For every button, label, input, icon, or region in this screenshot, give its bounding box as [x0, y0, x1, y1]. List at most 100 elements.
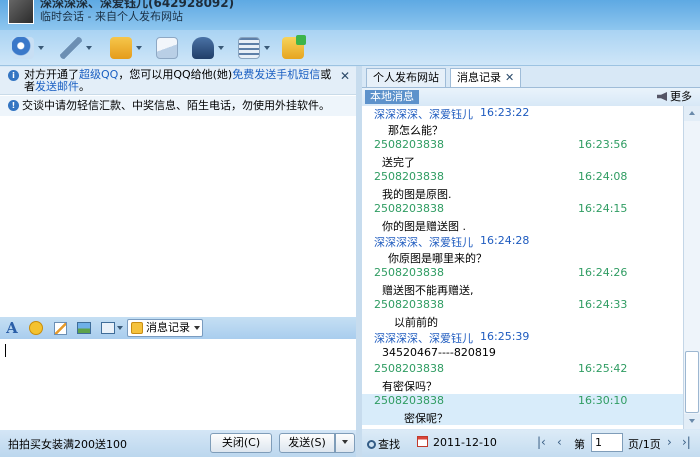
list-item[interactable]: 深深深深、深爱钰儿 16:23:22 那怎么能？ [362, 106, 683, 137]
next-page-button[interactable]: › [667, 435, 672, 449]
ad-link[interactable]: 拍拍买女装满200送100 [8, 436, 127, 452]
search-button[interactable]: 查找 [367, 436, 400, 452]
message-record-icon [131, 322, 143, 334]
list-item[interactable]: 深深深深、深爱钰儿 16:24:28 你原图是哪里来的？ [362, 234, 683, 265]
message-sender: 2508203838 [374, 202, 444, 215]
app-icon [282, 35, 306, 59]
video-icon [12, 37, 34, 59]
list-item[interactable]: 2508203838 16:25:42 有密保吗？ [362, 362, 683, 393]
security-notice-text: 交谈中请勿轻信汇款、中奖信息、陌生电话，勿使用外挂软件。 [22, 99, 330, 112]
message-record-button[interactable]: 消息记录 [127, 319, 203, 337]
prev-page-button[interactable]: ‹ [557, 435, 562, 449]
message-sender: 2508203838 [374, 138, 444, 151]
video-call-button[interactable] [12, 36, 44, 60]
tab-personal-site[interactable]: 个人发布网站 [366, 68, 446, 87]
avatar[interactable] [8, 0, 34, 24]
file-transfer-button[interactable] [110, 36, 142, 60]
voice-icon [60, 37, 82, 59]
message-text: 你原图是哪里来的？ [388, 252, 487, 265]
emoji-button[interactable] [28, 320, 44, 336]
close-button[interactable]: 关闭(C) [210, 433, 272, 453]
list-item[interactable]: 2508203838 16:24:15 你的图是赠送图 . [362, 202, 683, 233]
notice-text: ，您可以用QQ给他(她) [118, 68, 233, 81]
tab-message-record[interactable]: 消息记录 ✕ [450, 68, 522, 87]
message-sender: 深深深深、深爱钰儿 [374, 332, 473, 345]
magic-text-button[interactable] [52, 320, 68, 336]
list-item[interactable]: 2508203838 16:24:26 赠送图不能再赠送, [362, 266, 683, 297]
message-text: 密保呢？ [404, 412, 448, 425]
voice-call-button[interactable] [60, 36, 92, 60]
message-time: 16:30:10 [578, 394, 628, 407]
title-bar: 深深深深、深爱钰儿(642928092) 临时会话 - 来自个人发布网站 [0, 0, 700, 30]
first-page-button[interactable]: |‹ [537, 435, 546, 449]
scroll-down-button[interactable] [684, 414, 700, 429]
close-icon[interactable]: ✕ [340, 69, 350, 83]
message-sender: 2508203838 [374, 170, 444, 183]
mail-icon [156, 37, 178, 59]
info-icon: ! [8, 100, 19, 111]
image-button[interactable] [76, 320, 92, 336]
more-button[interactable]: 更多 [657, 90, 692, 104]
message-text: 赠送图不能再赠送, [382, 284, 474, 297]
message-text: 我的图是原图. [382, 188, 452, 201]
speaker-icon [657, 92, 667, 101]
list-item[interactable]: 2508203838 16:24:08 我的图是原图. [362, 170, 683, 201]
tab-label: 消息记录 [457, 71, 501, 84]
history-scrollbar[interactable] [683, 106, 700, 429]
info-icon: i [8, 70, 19, 81]
list-item[interactable]: 2508203838 16:23:56 送完了 [362, 138, 683, 169]
free-sms-link[interactable]: 免费发送手机短信 [232, 68, 320, 81]
message-sender: 2508203838 [374, 266, 444, 279]
text-caret [5, 344, 6, 357]
history-footer: 查找 2011-12-10 |‹ ‹ 第 1 页/1页 › ›| [362, 430, 700, 457]
message-time: 16:24:08 [578, 170, 628, 183]
message-text: 34520467----820819 [382, 346, 496, 359]
block-icon [238, 37, 260, 59]
page-input[interactable]: 1 [591, 433, 623, 452]
search-icon [367, 440, 376, 449]
more-label: 更多 [670, 90, 692, 103]
send-button[interactable]: 发送(S) [279, 433, 335, 453]
notice-text: 或 [320, 68, 332, 81]
font-button[interactable]: A [4, 319, 20, 337]
message-time: 16:25:42 [578, 362, 628, 375]
message-text: 那怎么能？ [388, 124, 443, 137]
local-messages-tab[interactable]: 本地消息 [365, 90, 419, 104]
screenshot-icon [101, 322, 115, 334]
app-button[interactable] [282, 35, 306, 60]
message-sender: 深深深深、深爱钰儿 [374, 108, 473, 121]
chevron-down-icon [342, 440, 348, 444]
message-sender: 2508203838 [374, 362, 444, 375]
message-time: 16:24:15 [578, 202, 628, 215]
notice-text: 者 [24, 80, 35, 93]
message-time: 16:24:26 [578, 266, 628, 279]
send-mail-link[interactable]: 发送邮件 [35, 80, 79, 93]
screenshot-button[interactable] [100, 320, 124, 336]
list-item[interactable]: 2508203838 16:24:33 以前前的 [362, 298, 683, 329]
remote-assist-button[interactable] [192, 36, 224, 60]
message-input[interactable] [0, 339, 356, 430]
scroll-thumb[interactable] [685, 351, 699, 413]
mail-button[interactable] [156, 36, 178, 60]
image-icon [77, 322, 91, 334]
message-text: 有密保吗？ [382, 380, 437, 393]
page-count: 页/1页 [628, 438, 661, 451]
date-picker[interactable]: 2011-12-10 [417, 436, 497, 449]
history-header: 本地消息 更多 [362, 87, 700, 105]
last-page-button[interactable]: ›| [682, 435, 691, 449]
file-transfer-icon [110, 37, 132, 59]
send-options-button[interactable] [335, 433, 355, 453]
close-icon[interactable]: ✕ [505, 71, 514, 84]
list-item[interactable]: 深深深深、深爱钰儿 16:25:39 34520467----820819 [362, 330, 683, 361]
message-sender: 2508203838 [374, 394, 444, 407]
list-item[interactable]: 2508203838 16:30:10 密保呢？ [362, 394, 683, 425]
main-toolbar [0, 30, 700, 66]
message-time: 16:24:33 [578, 298, 628, 311]
block-button[interactable] [238, 36, 270, 60]
message-time: 16:23:22 [480, 106, 530, 119]
message-text: 送完了 [382, 156, 415, 169]
security-notice: ! 交谈中请勿轻信汇款、中奖信息、陌生电话，勿使用外挂软件。 [0, 96, 356, 116]
pencil-icon [53, 321, 67, 335]
scroll-up-button[interactable] [684, 106, 700, 121]
font-icon: A [6, 319, 18, 337]
